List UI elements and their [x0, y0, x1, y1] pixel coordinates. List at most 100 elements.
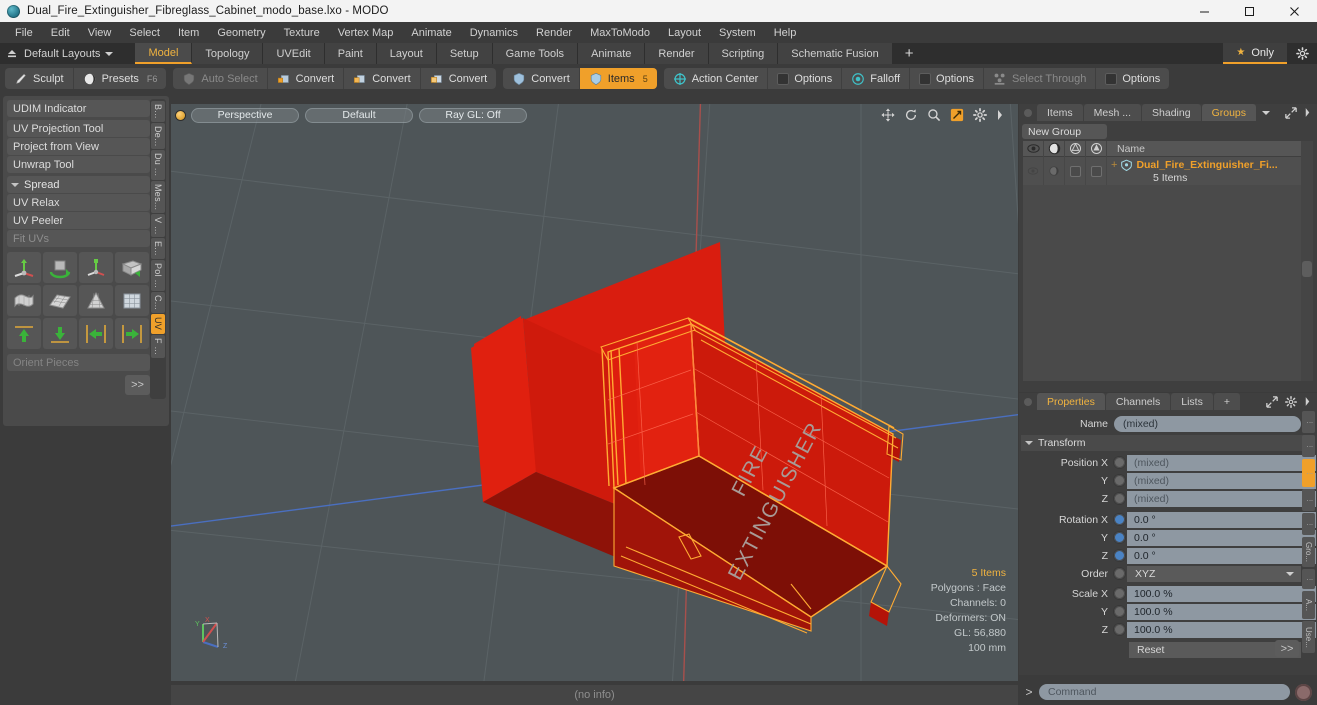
pv-tab-use[interactable]: Use...: [1302, 621, 1315, 653]
only-toggle-button[interactable]: ★ Only: [1223, 43, 1287, 64]
rotation-y-input[interactable]: 0.0 °: [1127, 529, 1316, 546]
preferences-gear-icon[interactable]: [1287, 43, 1317, 64]
tab-layout[interactable]: Layout: [376, 43, 437, 64]
viewport-view-mode-dropdown[interactable]: Perspective: [191, 107, 299, 123]
vtab-f[interactable]: F ...: [151, 334, 165, 358]
tab-items[interactable]: Items: [1037, 104, 1083, 121]
scale-y-input[interactable]: 100.0 %: [1127, 603, 1316, 620]
falloff-button[interactable]: Falloff: [842, 68, 911, 89]
checkbox-icon[interactable]: [1105, 72, 1118, 85]
rotation-x-input[interactable]: 0.0 °: [1127, 511, 1316, 528]
menu-geometry[interactable]: Geometry: [208, 22, 274, 43]
expand-icon[interactable]: [1285, 106, 1297, 119]
fit-icon[interactable]: [950, 108, 964, 122]
position-z-key-toggle[interactable]: [1114, 493, 1125, 504]
pv-tab-6[interactable]: ⋮: [1302, 569, 1315, 589]
zoom-icon[interactable]: [927, 108, 941, 122]
checkbox-icon[interactable]: [919, 72, 932, 85]
scale-y-key-toggle[interactable]: [1114, 606, 1125, 617]
order-key-toggle[interactable]: [1114, 568, 1125, 579]
falloff-options-button[interactable]: Options: [910, 68, 984, 89]
tab-scripting[interactable]: Scripting: [708, 43, 779, 64]
auto-select-button[interactable]: Auto Select: [173, 68, 268, 89]
menu-item[interactable]: Item: [169, 22, 208, 43]
uv-cube-icon[interactable]: [115, 285, 149, 316]
action-center-button[interactable]: Action Center: [664, 68, 769, 89]
position-y-key-toggle[interactable]: [1114, 475, 1125, 486]
tab-schematic-fusion[interactable]: Schematic Fusion: [778, 43, 893, 64]
pv-tab-a[interactable]: A...: [1302, 591, 1315, 619]
menu-select[interactable]: Select: [120, 22, 169, 43]
command-input[interactable]: Command: [1039, 684, 1290, 700]
uv-fit-icon[interactable]: [7, 285, 41, 316]
default-layouts-dropdown[interactable]: Default Layouts: [24, 48, 125, 60]
viewport-shading-dropdown[interactable]: Default: [305, 107, 413, 123]
vtab-uv[interactable]: UV: [151, 314, 165, 334]
row-shade-checkbox[interactable]: [1086, 157, 1107, 185]
chevron-right-icon[interactable]: [1304, 396, 1311, 407]
tab-paint[interactable]: Paint: [324, 43, 377, 64]
tab-game-tools[interactable]: Game Tools: [492, 43, 579, 64]
row-render-toggle[interactable]: [1044, 157, 1065, 185]
rotate-icon[interactable]: [904, 108, 918, 122]
add-tab-button[interactable]: +: [892, 43, 927, 64]
uv-grid-icon[interactable]: [43, 285, 77, 316]
vtab-b[interactable]: B...: [151, 101, 165, 122]
tab-mesh[interactable]: Mesh ...: [1083, 104, 1142, 121]
tab-shading[interactable]: Shading: [1142, 104, 1201, 121]
gear-icon[interactable]: [973, 108, 987, 122]
uv-peeler-button[interactable]: UV Peeler: [7, 212, 150, 229]
row-wire-checkbox[interactable]: [1065, 157, 1086, 185]
vtab-de[interactable]: De...: [151, 122, 165, 150]
vtab-c[interactable]: C...: [151, 292, 165, 314]
position-z-input[interactable]: (mixed): [1127, 490, 1316, 507]
uv-projection-tool-button[interactable]: UV Projection Tool: [7, 120, 150, 137]
tab-lists[interactable]: Lists: [1171, 393, 1213, 410]
rotation-z-key-toggle[interactable]: [1114, 550, 1125, 561]
scale-z-input[interactable]: 100.0 %: [1127, 621, 1316, 638]
tab-uvedit[interactable]: UVEdit: [263, 43, 325, 64]
tab-channels[interactable]: Channels: [1105, 393, 1171, 410]
vtab-e[interactable]: E...: [151, 238, 165, 260]
menu-vertex-map[interactable]: Vertex Map: [329, 22, 403, 43]
table-row[interactable]: + Dual_Fire_Extinguisher_Fi... 5 Items: [1023, 157, 1313, 185]
viewport-options-dot[interactable]: [176, 110, 185, 120]
align-right-icon[interactable]: [115, 318, 149, 349]
tab-model[interactable]: Model: [135, 43, 193, 64]
layout-up-icon[interactable]: [0, 48, 24, 60]
tab-properties[interactable]: Properties: [1037, 393, 1105, 410]
panel-menu-dot[interactable]: [1024, 108, 1032, 117]
pv-tab-0[interactable]: ⋮: [1302, 411, 1315, 433]
tab-animate[interactable]: Animate: [578, 43, 646, 64]
gear-icon[interactable]: [1285, 395, 1297, 408]
checkbox-icon[interactable]: [777, 72, 790, 85]
menu-edit[interactable]: Edit: [42, 22, 79, 43]
uv-cone-icon[interactable]: [79, 285, 113, 316]
menu-view[interactable]: View: [79, 22, 121, 43]
position-x-key-toggle[interactable]: [1114, 457, 1125, 468]
pv-tab-active[interactable]: ⋮: [1302, 459, 1315, 487]
vtab-v[interactable]: V ...: [151, 213, 165, 238]
expand-icon[interactable]: [1266, 395, 1278, 408]
convert-polygon-button[interactable]: Convert: [421, 68, 497, 89]
close-button[interactable]: [1272, 0, 1317, 22]
position-x-input[interactable]: (mixed): [1127, 454, 1316, 471]
menu-system[interactable]: System: [710, 22, 765, 43]
uv-relax-button[interactable]: UV Relax: [7, 194, 150, 211]
orient-pieces-button[interactable]: Orient Pieces: [7, 354, 150, 371]
order-select[interactable]: XYZ: [1127, 565, 1301, 582]
project-from-view-button[interactable]: Project from View: [7, 138, 150, 155]
menu-render[interactable]: Render: [527, 22, 581, 43]
menu-file[interactable]: File: [6, 22, 42, 43]
unwrap-tool-button[interactable]: Unwrap Tool: [7, 156, 150, 173]
scroll-thumb[interactable]: [1302, 261, 1312, 277]
align-up-icon[interactable]: [7, 318, 41, 349]
tab-render[interactable]: Render: [645, 43, 709, 64]
tab-topology[interactable]: Topology: [192, 43, 264, 64]
left-panel-more-button[interactable]: >>: [125, 375, 150, 395]
menu-layout[interactable]: Layout: [659, 22, 710, 43]
rotation-x-key-toggle[interactable]: [1114, 514, 1125, 525]
vtab-du[interactable]: Du ...: [151, 150, 165, 180]
presets-button[interactable]: Presets F6: [74, 68, 167, 89]
pan-icon[interactable]: [881, 108, 895, 122]
